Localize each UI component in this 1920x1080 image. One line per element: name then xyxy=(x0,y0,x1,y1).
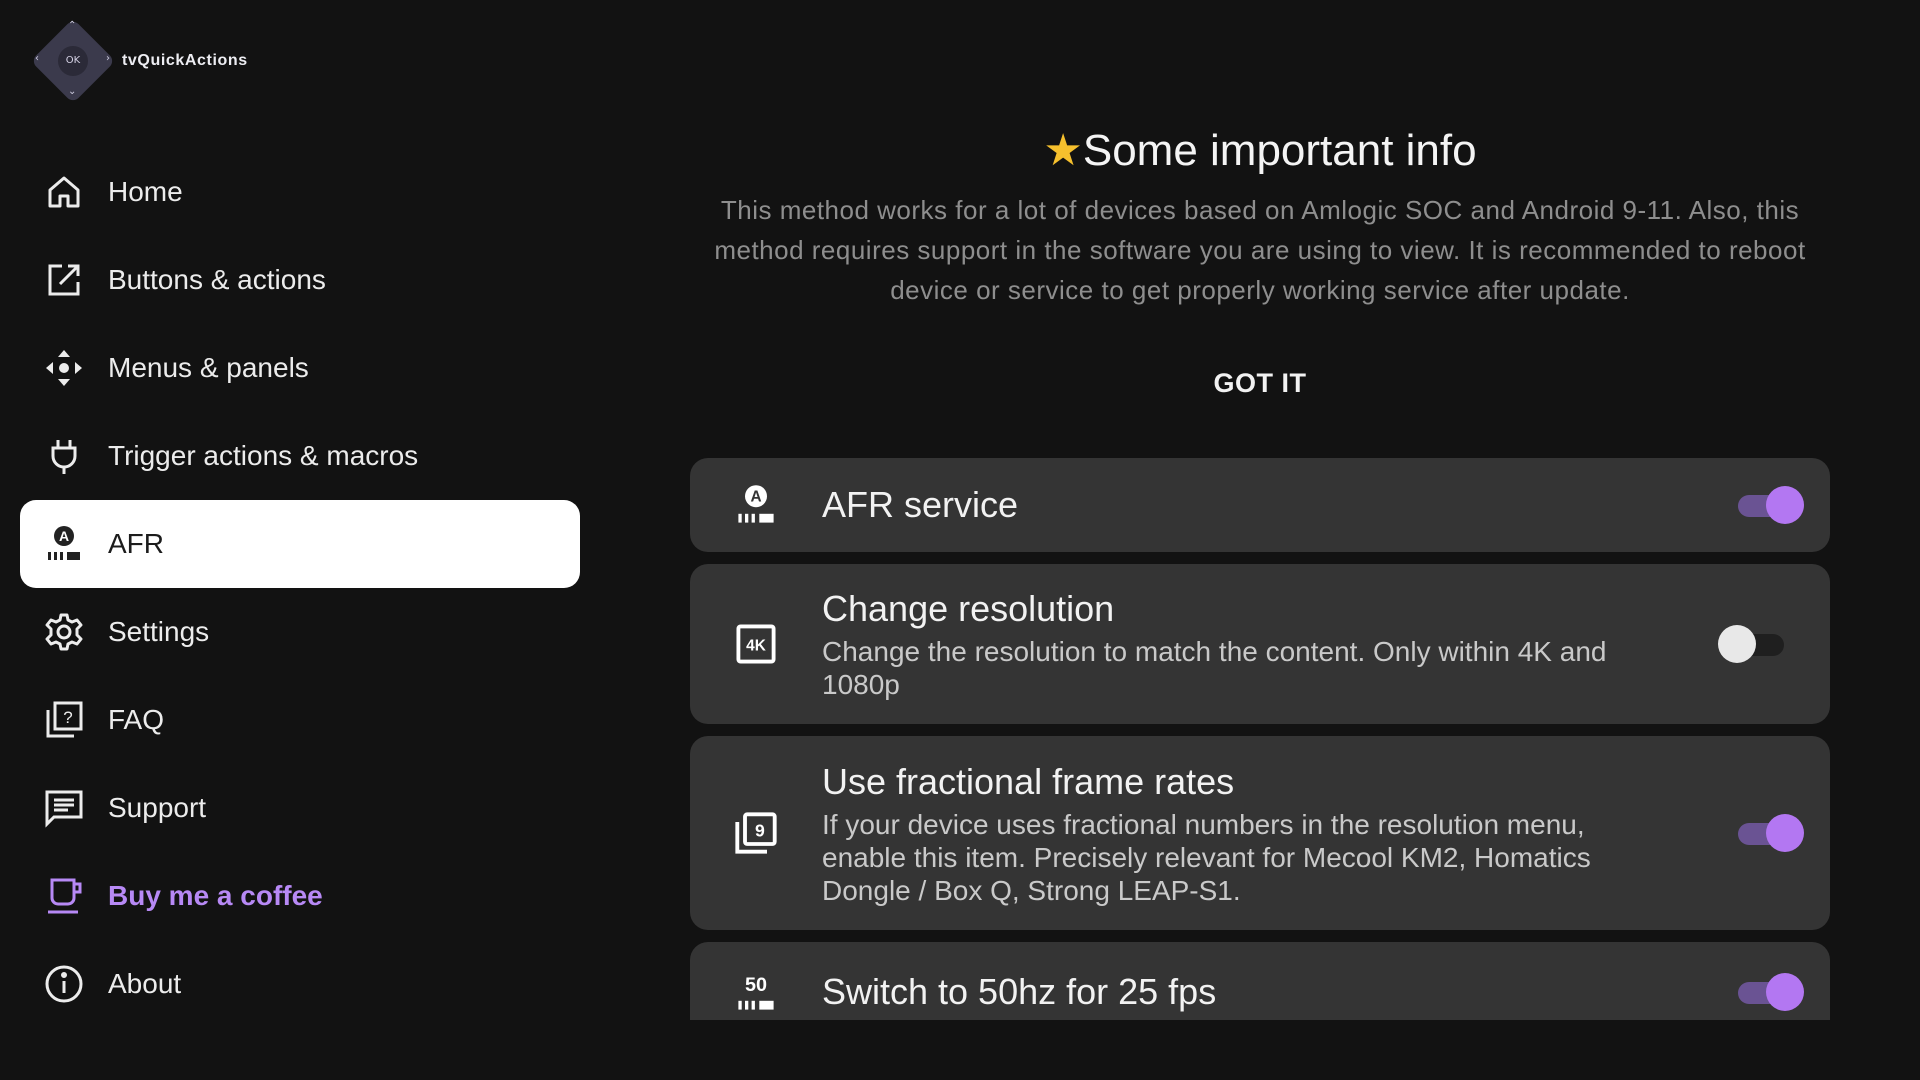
sidebar-item-label: Home xyxy=(108,176,183,207)
setting-text: Change resolution Change the resolution … xyxy=(822,587,1660,701)
setting-description: Change the resolution to match the conte… xyxy=(822,636,1607,700)
sidebar-item-settings[interactable]: Settings xyxy=(20,588,580,676)
sidebar-item-faq[interactable]: ? FAQ xyxy=(20,676,580,764)
chat-icon xyxy=(42,786,86,830)
svg-text:A: A xyxy=(750,489,761,506)
sidebar-item-label: Support xyxy=(108,792,207,823)
setting-description: If your device uses fractional numbers i… xyxy=(822,808,1591,906)
sidebar-item-label: AFR xyxy=(108,528,164,559)
svg-text:?: ? xyxy=(63,708,72,727)
setting-card-afr-service[interactable]: A AFR service xyxy=(690,458,1830,552)
svg-text:4K: 4K xyxy=(746,638,766,655)
50hz-25fps-toggle[interactable] xyxy=(1732,972,1804,1012)
home-icon xyxy=(42,170,86,214)
logo-ok-label: OK xyxy=(58,46,88,76)
sidebar-item-label: Menus & panels xyxy=(108,352,309,383)
setting-text: Switch to 50hz for 25 fps xyxy=(822,970,1216,1014)
sidebar-item-buy-coffee[interactable]: Buy me a coffee xyxy=(20,852,580,940)
info-icon xyxy=(42,962,86,1006)
sidebar-item-afr[interactable]: A AFR xyxy=(20,500,580,588)
setting-text: AFR service xyxy=(822,483,1018,527)
sidebar-item-label: FAQ xyxy=(108,704,165,735)
change-resolution-toggle[interactable] xyxy=(1718,624,1790,664)
sidebar-item-buttons-actions[interactable]: Buttons & actions xyxy=(20,236,580,324)
sidebar-item-label: About xyxy=(108,968,182,999)
fps-50-icon: 50 xyxy=(732,968,780,1016)
sidebar-item-about[interactable]: About xyxy=(20,940,580,1028)
open-in-new-icon xyxy=(42,258,86,302)
4k-icon: 4K xyxy=(732,620,780,668)
fractional-frame-rates-toggle[interactable] xyxy=(1732,813,1804,853)
svg-text:A: A xyxy=(59,528,69,544)
setting-title: Use fractional frame rates xyxy=(822,760,1235,802)
setting-title: Change resolution xyxy=(822,588,1115,629)
setting-title: Switch to 50hz for 25 fps xyxy=(822,971,1217,1012)
dpad-icon xyxy=(42,346,86,390)
afr-icon: A xyxy=(732,481,780,529)
sidebar-item-support[interactable]: Support xyxy=(20,764,580,852)
setting-card-fractional-frame-rates[interactable]: 9 Use fractional frame rates If your dev… xyxy=(690,736,1830,930)
coffee-cup-icon xyxy=(42,874,86,918)
sidebar-item-home[interactable]: Home xyxy=(20,148,580,236)
afr-service-toggle[interactable] xyxy=(1732,485,1804,525)
info-title: ★Some important info xyxy=(690,122,1830,180)
svg-text:9: 9 xyxy=(755,820,765,840)
important-info-panel: ★Some important info This method works f… xyxy=(690,122,1830,310)
star-icon: ★ xyxy=(1043,126,1083,175)
setting-card-change-resolution[interactable]: 4K Change resolution Change the resoluti… xyxy=(690,564,1830,724)
info-description: This method works for a lot of devices b… xyxy=(714,195,1806,305)
sidebar-item-label: Buttons & actions xyxy=(108,264,326,295)
sidebar-item-label: Buy me a coffee xyxy=(108,880,323,911)
afr-settings-list: A AFR service 4K Change resolution Chang… xyxy=(690,458,1830,1020)
sidebar-nav: Home Buttons & actions Menus & panels Tr… xyxy=(20,148,580,1028)
gear-icon xyxy=(42,610,86,654)
filter-9-icon: 9 xyxy=(732,809,780,857)
info-title-text: Some important info xyxy=(1082,126,1477,175)
sidebar-item-label: Trigger actions & macros xyxy=(108,440,419,471)
remote-dpad-logo-icon: ⌃ ⌄ ‹ › OK xyxy=(30,18,116,104)
help-library-icon: ? xyxy=(42,698,86,742)
setting-title: AFR service xyxy=(822,484,1019,525)
app-root: ⌃ ⌄ ‹ › OK tvQuickActions Home Buttons &… xyxy=(0,0,1920,1080)
plug-icon xyxy=(42,434,86,478)
sidebar-item-menus-panels[interactable]: Menus & panels xyxy=(20,324,580,412)
fps-50-icon-text: 50 xyxy=(745,974,767,996)
setting-text: Use fractional frame rates If your devic… xyxy=(822,760,1660,907)
got-it-button[interactable]: GOT IT xyxy=(1160,368,1360,399)
app-name: tvQuickActions xyxy=(122,52,248,69)
app-logo: ⌃ ⌄ ‹ › OK tvQuickActions xyxy=(30,18,248,104)
sidebar-item-label: Settings xyxy=(108,616,210,647)
sidebar-item-trigger-actions[interactable]: Trigger actions & macros xyxy=(20,412,580,500)
setting-card-50hz-25fps[interactable]: 50 Switch to 50hz for 25 fps xyxy=(690,942,1830,1020)
afr-icon: A xyxy=(42,522,86,566)
